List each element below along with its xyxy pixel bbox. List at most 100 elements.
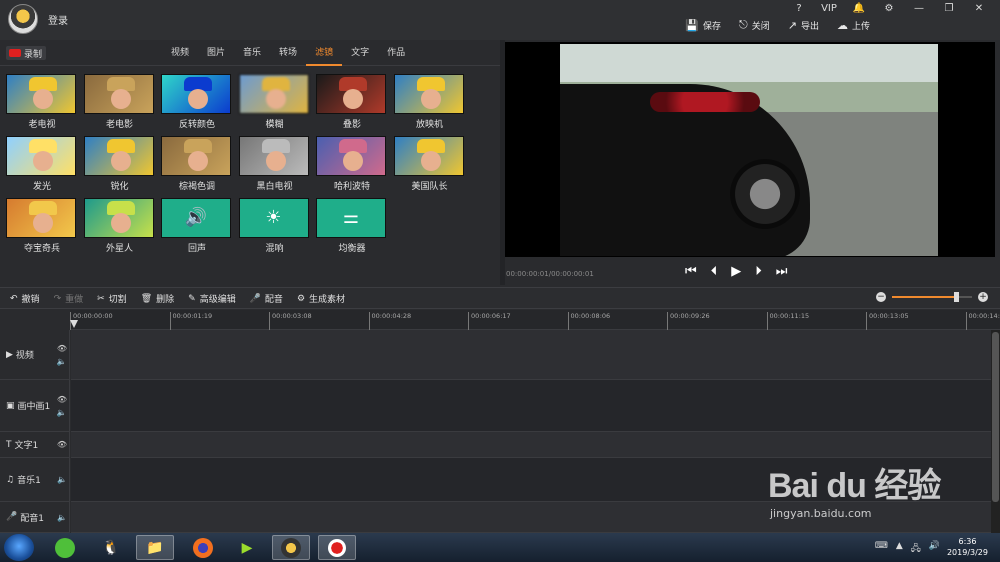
filter-thumbnail [6,198,76,238]
filter-item[interactable]: 老电影 [83,74,156,130]
cut-button[interactable]: ✂ 切割 [97,292,127,306]
tray-arrow-icon[interactable]: ▲ [896,541,903,557]
action-label: 关闭 [751,21,770,32]
skip-start-icon[interactable]: ⏮ [685,264,697,279]
filter-item[interactable]: 放映机 [393,74,466,130]
playhead-icon[interactable] [70,320,78,330]
tab-6[interactable]: 作品 [378,40,414,66]
track-lane[interactable] [71,432,991,458]
filter-item[interactable]: 外星人 [83,198,156,254]
filter-item[interactable]: 模糊 [238,74,311,130]
taskbar-video-app-icon[interactable]: ▶ [228,535,266,560]
close-file-icon: ⎋ [739,18,748,31]
taskbar-firefox-icon[interactable] [184,535,222,560]
redo-button[interactable]: ↷ 重做 [54,292,84,306]
filter-item[interactable]: 老电视 [6,74,78,130]
filter-item[interactable]: 哈利波特 [316,136,388,192]
filter-thumbnail [316,74,386,114]
save-icon: 💾 [685,18,700,32]
prev-frame-icon[interactable]: ⏴ [711,264,718,279]
login-link[interactable]: 登录 [48,12,68,27]
filter-item[interactable]: 叠影 [316,74,388,130]
delete-button[interactable]: 🗑 删除 [141,292,174,306]
export-button[interactable]: ↗ 导出 [788,18,819,32]
mic-button[interactable]: 🎤 配音 [250,292,283,306]
ruler-tick: 00:00:01:19 [169,312,212,330]
mute-icon[interactable]: 🔈 [57,475,67,484]
window-control-icon[interactable]: 🔔 [844,2,874,16]
system-clock[interactable]: 6:36 2019/3/29 [947,536,988,558]
window-control-icon[interactable]: ? [784,2,814,16]
mute-icon[interactable]: 🔈 [57,408,67,417]
filter-item[interactable]: 🔊 回声 [161,198,233,254]
ruler-tick: 00:00:08:06 [567,312,610,330]
taskbar-recorder-icon[interactable] [318,535,356,560]
filter-label: 哈利波特 [333,182,370,192]
mute-icon[interactable]: 🔈 [57,357,67,366]
filter-item[interactable]: 反转颜色 [161,74,233,130]
baidu-watermark: Bai du 经验 jingyan.baidu.com [768,458,948,520]
taskbar-qq-icon[interactable]: 🐧 [92,535,130,560]
filter-label: 模糊 [265,120,284,130]
filter-label: 夺宝奇兵 [23,244,60,254]
volume-icon[interactable]: 🔊 [929,541,940,557]
visibility-icon[interactable]: 👁 [57,440,67,449]
scrollbar-thumb[interactable] [992,332,999,502]
filter-item[interactable]: 黑白电视 [238,136,311,192]
tab-4[interactable]: 滤镜 [306,40,343,66]
upload-button[interactable]: ☁ 上传 [837,18,870,32]
timeline-ruler[interactable]: 00:00:00:00 00:00:01:19 00:00:03:08 00:00:0… [70,310,1000,330]
visibility-icon[interactable]: 👁 [57,395,67,404]
filter-item[interactable]: 夺宝奇兵 [6,198,78,254]
filter-thumbnail [238,74,309,114]
track-lane[interactable] [71,330,991,380]
tab-2[interactable]: 音乐 [234,40,270,66]
play-icon[interactable]: ▶ [731,264,741,279]
next-frame-icon[interactable]: ⏵ [755,264,762,279]
tab-5[interactable]: 文字 [342,40,378,66]
close-button[interactable]: ⎋ 关闭 [739,18,770,32]
zoom-out-icon[interactable]: − [876,292,886,302]
filter-item[interactable]: ☀ 混响 [238,198,311,254]
filter-thumbnail [161,136,231,176]
filter-thumbnail [83,136,154,176]
filter-thumbnail [83,74,154,114]
save-button[interactable]: 💾 保存 [685,18,721,32]
tab-3[interactable]: 转场 [270,40,306,66]
start-button[interactable] [4,534,34,561]
taskbar-360-icon[interactable] [46,535,84,560]
skip-end-icon[interactable]: ⏭ [776,264,788,279]
timeline-scrollbar[interactable] [991,330,1000,533]
equalizer-icon: ⚌ [316,198,386,238]
zoom-slider[interactable] [892,292,972,302]
edit-button[interactable]: ✎ 高级编辑 [188,292,236,306]
filter-item[interactable]: 锐化 [83,136,156,192]
track-label: 画中画1 [17,402,51,412]
window-control-icon[interactable]: ✕ [964,2,994,16]
mute-icon[interactable]: 🔈 [57,513,67,522]
filter-item[interactable]: 美国队长 [393,136,466,192]
filter-label: 黑白电视 [256,182,293,192]
filter-item[interactable]: 发光 [6,136,78,192]
tab-1[interactable]: 图片 [198,40,234,66]
network-icon[interactable]: 🖧 [911,541,921,557]
taskbar-editor-icon[interactable] [272,535,310,560]
window-control-icon[interactable]: ❐ [934,2,964,16]
generate-button[interactable]: ⚙ 生成素材 [297,292,345,306]
zoom-in-icon[interactable]: + [978,292,988,302]
ruler-tick: 00:00:14: [965,312,1000,330]
ruler-tick: 00:00:04:28 [368,312,411,330]
undo-button[interactable]: ↶ 撤销 [10,292,40,306]
visibility-icon[interactable]: 👁 [57,344,67,353]
window-control-icon[interactable]: — [904,2,934,16]
tab-0[interactable]: 视频 [162,40,198,66]
track-lane[interactable] [71,380,991,432]
record-button[interactable]: 录制 [6,46,47,60]
keyboard-icon[interactable]: ⌨ [875,541,888,557]
zoom-slider-handle[interactable] [954,292,959,302]
taskbar-explorer-icon[interactable]: 📁 [136,535,174,560]
window-control-icon[interactable]: VIP [814,2,844,16]
window-control-icon[interactable]: ⚙ [874,2,904,16]
filter-item[interactable]: 棕褐色调 [161,136,233,192]
filter-item[interactable]: ⚌ 均衡器 [316,198,388,254]
